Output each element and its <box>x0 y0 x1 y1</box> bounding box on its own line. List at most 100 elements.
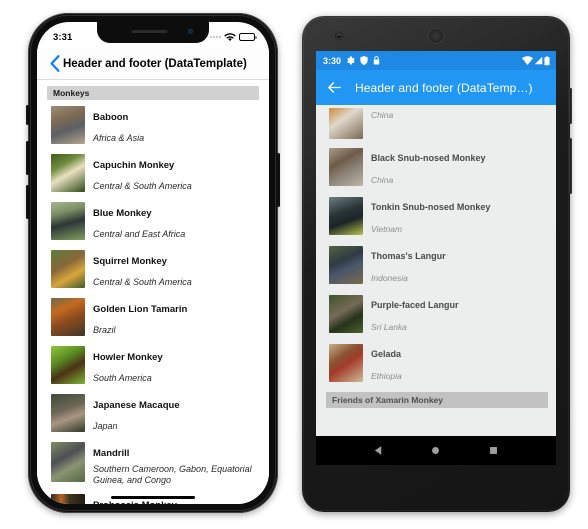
android-volume-button[interactable] <box>569 138 572 194</box>
monkey-name: Golden Lion Tamarin <box>93 304 188 315</box>
monkey-thumbnail <box>329 108 363 139</box>
list-item[interactable]: China <box>316 105 556 143</box>
list-item[interactable]: Squirrel Monkey Central & South America <box>37 244 269 292</box>
monkey-thumbnail <box>329 246 363 284</box>
back-button[interactable] <box>326 79 343 96</box>
monkey-name: Proboscis Monkey <box>93 500 177 504</box>
iphone-power-button[interactable] <box>277 153 280 207</box>
list-item[interactable]: Tonkin Snub-nosed Monkey Vietnam <box>316 192 556 241</box>
ios-monkey-list[interactable]: Monkeys Baboon Africa & Asia Capuchin Mo… <box>37 80 269 504</box>
page-title: Header and footer (DataTemp…) <box>355 80 533 95</box>
iphone-volume-up-button[interactable] <box>26 141 29 175</box>
list-item[interactable]: Purple-faced Langur Sri Lanka <box>316 290 556 339</box>
proximity-sensor-icon <box>535 35 538 38</box>
monkey-name: Mandrill <box>93 448 130 459</box>
monkey-location: Vietnam <box>371 224 403 234</box>
monkey-location: Sri Lanka <box>371 322 407 332</box>
circle-home-icon <box>432 447 440 454</box>
monkey-location: South America <box>93 373 152 383</box>
home-indicator[interactable] <box>111 496 195 499</box>
android-navigation-bar <box>316 436 556 465</box>
square-recents-icon <box>489 447 497 454</box>
nav-back-button[interactable] <box>368 440 390 462</box>
front-camera-icon <box>336 33 342 39</box>
battery-icon <box>239 33 257 41</box>
ios-status-bar: 3:31 <box>37 22 269 48</box>
monkey-name: Thomas's Langur <box>371 251 446 261</box>
monkey-thumbnail <box>51 442 85 482</box>
list-item[interactable]: Baboon Africa & Asia <box>37 100 269 148</box>
monkey-thumbnail <box>329 295 363 333</box>
monkey-thumbnail <box>51 394 85 432</box>
battery-icon <box>544 55 550 65</box>
android-monkey-list[interactable]: China Black Snub-nosed Monkey China Tonk… <box>316 105 556 436</box>
iphone-screen: 3:31 Header and footer (DataTemplate) Mo <box>37 22 269 504</box>
monkey-location: Central & South America <box>93 277 192 287</box>
signal-dots-icon <box>210 36 221 38</box>
monkey-location: Ethiopia <box>371 371 402 381</box>
list-item[interactable]: Gelada Ethiopia <box>316 339 556 388</box>
monkey-name: Blue Monkey <box>93 208 152 219</box>
arrow-left-icon <box>328 82 341 93</box>
signal-icon <box>534 56 543 65</box>
list-item[interactable]: Golden Lion Tamarin Brazil <box>37 292 269 340</box>
nav-recents-button[interactable] <box>482 440 504 462</box>
android-status-bar: 3:30 <box>316 51 556 70</box>
android-status-time: 3:30 <box>323 55 342 66</box>
iphone-volume-down-button[interactable] <box>26 185 29 219</box>
monkey-name: Gelada <box>371 349 402 359</box>
monkey-name: Japanese Macaque <box>93 400 180 411</box>
iphone-silent-switch[interactable] <box>26 105 29 125</box>
list-footer: Friends of Xamarin Monkey <box>326 392 548 408</box>
list-item[interactable]: Japanese Macaque Japan <box>37 388 269 436</box>
triangle-back-icon <box>374 446 382 455</box>
list-item[interactable]: Mandrill Southern Cameroon, Gabon, Equat… <box>37 436 269 488</box>
monkey-location: Southern Cameroon, Gabon, Equatorial Gui… <box>93 464 252 485</box>
android-device: 3:30 Header and footer (DataTemp…) China… <box>302 16 572 512</box>
monkey-location: Japan <box>93 421 118 431</box>
page-title: Header and footer (DataTemplate) <box>63 57 247 70</box>
monkey-thumbnail <box>51 154 85 192</box>
monkey-thumbnail <box>329 344 363 382</box>
monkey-thumbnail <box>51 298 85 336</box>
list-group-header: Monkeys <box>47 86 259 100</box>
monkey-thumbnail <box>51 494 85 504</box>
wifi-icon <box>522 56 533 65</box>
monkey-location: Indonesia <box>371 273 408 283</box>
monkey-thumbnail <box>329 148 363 186</box>
monkey-thumbnail <box>51 250 85 288</box>
list-item[interactable]: Black Snub-nosed Monkey China <box>316 143 556 192</box>
list-item[interactable]: Thomas's Langur Indonesia <box>316 241 556 290</box>
ios-navigation-bar: Header and footer (DataTemplate) <box>37 48 269 80</box>
earpiece-speaker-icon <box>429 29 443 43</box>
iphone-device: 3:31 Header and footer (DataTemplate) Mo <box>26 13 280 513</box>
monkey-name: Howler Monkey <box>93 352 163 363</box>
lock-icon <box>373 56 380 65</box>
monkey-name: Purple-faced Langur <box>371 300 459 310</box>
android-power-button[interactable] <box>569 88 572 124</box>
monkey-name: Tonkin Snub-nosed Monkey <box>371 202 491 212</box>
monkey-name: Black Snub-nosed Monkey <box>371 153 486 163</box>
list-item[interactable]: Capuchin Monkey Central & South America <box>37 148 269 196</box>
gear-icon <box>347 56 355 65</box>
android-screen: 3:30 Header and footer (DataTemp…) China… <box>316 51 556 465</box>
wifi-icon <box>224 32 236 41</box>
ios-status-time: 3:31 <box>53 31 73 43</box>
ios-status-icons <box>210 32 257 42</box>
list-item[interactable]: Howler Monkey South America <box>37 340 269 388</box>
nav-home-button[interactable] <box>425 440 447 462</box>
list-item[interactable]: Blue Monkey Central and East Africa <box>37 196 269 244</box>
monkey-location: China <box>371 175 394 185</box>
monkey-name: Baboon <box>93 112 129 123</box>
android-bottom-bezel <box>316 465 556 495</box>
chevron-left-icon <box>50 55 60 72</box>
monkey-location: China <box>371 110 394 120</box>
back-button[interactable] <box>47 53 63 75</box>
shield-icon <box>360 56 368 65</box>
monkey-location: Central & South America <box>93 181 192 191</box>
monkey-location: Central and East Africa <box>93 229 186 239</box>
monkey-thumbnail <box>51 106 85 144</box>
android-app-bar: Header and footer (DataTemp…) <box>316 70 556 105</box>
monkey-name: Squirrel Monkey <box>93 256 167 267</box>
monkey-name: Capuchin Monkey <box>93 160 175 171</box>
